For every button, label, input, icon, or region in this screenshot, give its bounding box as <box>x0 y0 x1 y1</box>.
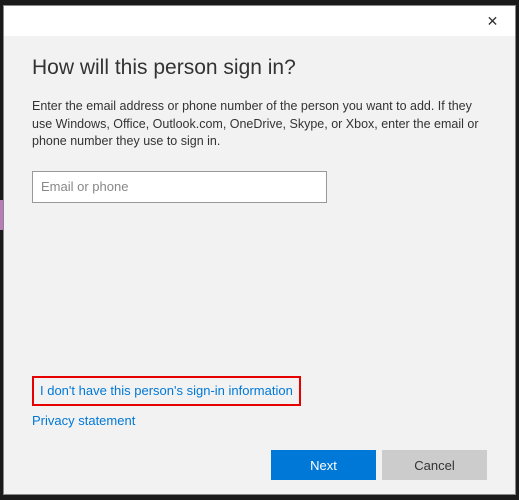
close-button[interactable]: ✕ <box>470 6 515 36</box>
highlight-box: I don't have this person's sign-in infor… <box>32 376 301 406</box>
close-icon: ✕ <box>487 13 499 30</box>
links-block: I don't have this person's sign-in infor… <box>32 376 487 436</box>
privacy-statement-link[interactable]: Privacy statement <box>32 413 135 428</box>
dialog-description: Enter the email address or phone number … <box>32 98 487 151</box>
next-button[interactable]: Next <box>271 450 376 480</box>
dialog-window: ✕ How will this person sign in? Enter th… <box>3 5 516 495</box>
button-row: Next Cancel <box>32 450 487 480</box>
cancel-button[interactable]: Cancel <box>382 450 487 480</box>
titlebar: ✕ <box>4 6 515 36</box>
email-phone-input[interactable] <box>32 171 327 203</box>
dialog-heading: How will this person sign in? <box>32 56 487 80</box>
dialog-content: How will this person sign in? Enter the … <box>4 36 515 494</box>
no-signin-info-link[interactable]: I don't have this person's sign-in infor… <box>40 383 293 398</box>
spacer <box>32 203 487 377</box>
